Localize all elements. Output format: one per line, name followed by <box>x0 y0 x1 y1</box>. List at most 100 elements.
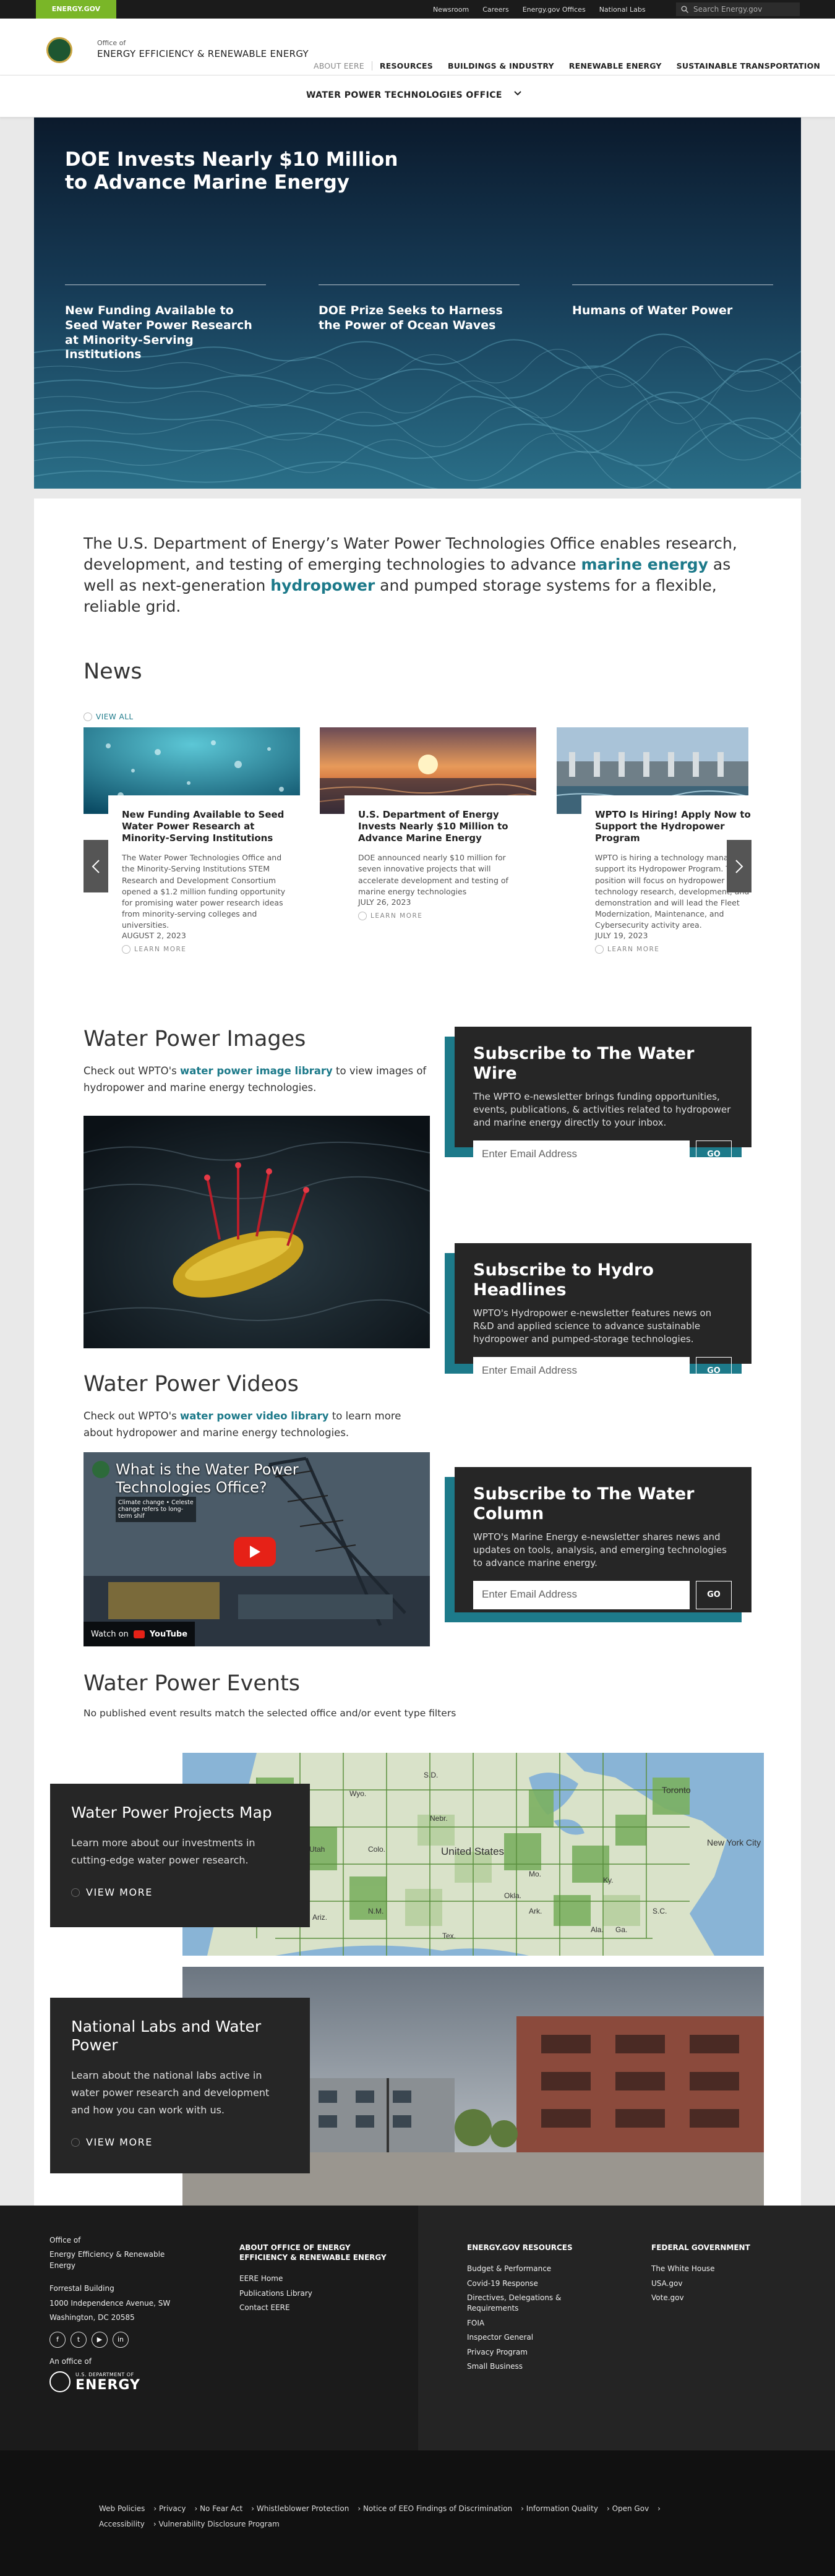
news-card-text: DOE announced nearly $10 million for sev… <box>358 853 508 896</box>
doe-logo[interactable]: U.S. DEPARTMENT OF ENERGY <box>49 2371 192 2392</box>
map-label-colo: Colo. <box>368 1845 385 1854</box>
chevron-left-icon <box>92 859 100 874</box>
play-icon <box>250 1546 260 1558</box>
footer-address-line: Forrestal Building <box>49 2284 114 2293</box>
video-title[interactable]: What is the Water Power Technologies Off… <box>116 1461 301 1497</box>
hero-title[interactable]: DOE Invests Nearly $10 Million to Advanc… <box>65 148 411 194</box>
map-label-sd: S.D. <box>424 1771 438 1779</box>
footer-link[interactable]: The White House <box>651 2264 775 2274</box>
twitter-icon[interactable]: t <box>71 2332 87 2348</box>
doe-seal-logo[interactable] <box>46 37 72 63</box>
go-button[interactable]: GO <box>696 1356 732 1385</box>
footer-office-name[interactable]: Energy Efficiency & Renewable Energy <box>49 2249 192 2271</box>
bottom-link[interactable]: Accessibility <box>99 2520 145 2528</box>
footer-link[interactable]: Contact EERE <box>239 2303 394 2313</box>
careers-link[interactable]: Careers <box>482 6 509 14</box>
bottom-link[interactable]: Web Policies <box>99 2504 145 2513</box>
nav-resources[interactable]: RESOURCES <box>372 61 440 71</box>
map-card-title[interactable]: Water Power Projects Map <box>71 1804 289 1822</box>
nav-renewable-energy[interactable]: RENEWABLE ENERGY <box>562 61 669 71</box>
energy-gov-link[interactable]: ENERGY.GOV <box>36 0 116 19</box>
footer-office-column: Office of Energy Efficiency & Renewable … <box>49 2235 192 2392</box>
hero-link-humans[interactable]: Humans of Water Power <box>572 285 773 319</box>
footer-link[interactable]: Vote.gov <box>651 2293 775 2303</box>
footer-link[interactable]: FOIA <box>467 2318 584 2329</box>
news-card[interactable]: U.S. Department of Energy Invests Nearly… <box>320 727 536 924</box>
news-card-title[interactable]: U.S. Department of Energy Invests Nearly… <box>358 809 523 844</box>
nav-buildings-industry[interactable]: BUILDINGS & INDUSTRY <box>440 61 562 71</box>
office-of-label: Office of <box>97 39 126 47</box>
subscribe-form: Enter Email Address GO <box>473 1580 733 1609</box>
news-card[interactable]: New Funding Available to Seed Water Powe… <box>84 727 300 958</box>
map-label-tex: Tex. <box>442 1932 456 1940</box>
bottom-link[interactable]: Notice of EEO Findings of Discrimination <box>363 2504 512 2513</box>
map-label-new-york: New York City <box>707 1838 761 1847</box>
linkedin-icon[interactable]: in <box>113 2332 129 2348</box>
hero-link-prize[interactable]: DOE Prize Seeks to Harness the Power of … <box>319 285 520 333</box>
marine-device-image[interactable] <box>84 1116 430 1348</box>
newsroom-link[interactable]: Newsroom <box>433 6 469 14</box>
bottom-link[interactable]: Privacy <box>159 2504 186 2513</box>
labs-card-title[interactable]: National Labs and Water Power <box>71 2018 289 2055</box>
footer-about-column: ABOUT OFFICE OF ENERGY EFFICIENCY & RENE… <box>239 2243 394 2317</box>
go-button[interactable]: GO <box>696 1140 732 1169</box>
view-all-news-link[interactable]: VIEW ALL <box>84 712 134 721</box>
email-field[interactable]: Enter Email Address <box>473 1580 690 1609</box>
footer-an-office-of: An office of <box>49 2357 92 2366</box>
footer-link[interactable]: Publications Library <box>239 2288 394 2299</box>
footer-link[interactable]: Privacy Program <box>467 2347 584 2358</box>
image-library-link[interactable]: water power image library <box>180 1065 333 1077</box>
bottom-link[interactable]: Whistleblower Protection <box>257 2504 349 2513</box>
hydropower-link[interactable]: hydropower <box>270 576 375 594</box>
nav-about-eere[interactable]: ABOUT EERE <box>306 61 372 71</box>
offices-link[interactable]: Energy.gov Offices <box>523 6 586 14</box>
news-card-title[interactable]: New Funding Available to Seed Water Powe… <box>122 809 286 844</box>
bottom-link[interactable]: Open Gov <box>612 2504 649 2513</box>
view-more-map-link[interactable]: VIEW MORE <box>71 1886 289 1898</box>
learn-more-label: LEARN MORE <box>134 946 187 954</box>
video-player[interactable]: What is the Water Power Technologies Off… <box>84 1452 430 1646</box>
email-field[interactable]: Enter Email Address <box>473 1356 690 1385</box>
main-content: The U.S. Department of Energy’s Water Po… <box>34 499 801 2206</box>
learn-more-link[interactable]: LEARN MORE <box>122 945 286 954</box>
footer-link[interactable]: Directives, Delegations & Requirements <box>467 2293 584 2314</box>
video-library-link[interactable]: water power video library <box>180 1410 329 1422</box>
bottom-link[interactable]: Information Quality <box>526 2504 598 2513</box>
watch-on-youtube-button[interactable]: Watch on YouTube <box>84 1622 195 1646</box>
footer-link[interactable]: EERE Home <box>239 2274 394 2284</box>
go-button[interactable]: GO <box>696 1580 732 1609</box>
office-name-link[interactable]: ENERGY EFFICIENCY & RENEWABLE ENERGY <box>97 48 309 59</box>
learn-more-link[interactable]: LEARN MORE <box>595 945 760 954</box>
view-all-label: VIEW ALL <box>96 712 134 721</box>
carousel-prev-button[interactable] <box>84 840 108 892</box>
footer-link[interactable]: Covid-19 Response <box>467 2279 584 2289</box>
footer-link[interactable]: Inspector General <box>467 2332 584 2343</box>
videos-heading: Water Power Videos <box>84 1372 299 1397</box>
national-labs-link[interactable]: National Labs <box>599 6 646 14</box>
carousel-next-button[interactable] <box>727 840 751 892</box>
search-placeholder: Search Energy.gov <box>693 5 763 14</box>
news-card-date: JULY 26, 2023 <box>358 897 411 907</box>
view-more-labs-link[interactable]: VIEW MORE <box>71 2136 289 2148</box>
youtube-icon[interactable]: ▶ <box>92 2332 108 2348</box>
chevron-down-icon[interactable] <box>513 89 522 98</box>
marine-energy-link[interactable]: marine energy <box>581 555 708 573</box>
facebook-icon[interactable]: f <box>49 2332 66 2348</box>
search-input[interactable]: Search Energy.gov <box>676 2 800 16</box>
office-selector[interactable]: WATER POWER TECHNOLOGIES OFFICE <box>0 75 835 118</box>
hero-link-funding[interactable]: New Funding Available to Seed Water Powe… <box>65 285 266 362</box>
play-button[interactable] <box>234 1537 276 1567</box>
bottom-link[interactable]: No Fear Act <box>200 2504 242 2513</box>
bottom-link[interactable]: Vulnerability Disclosure Program <box>158 2520 279 2528</box>
footer-link[interactable]: Small Business <box>467 2361 584 2372</box>
subscribe-title: Subscribe to Hydro Headlines <box>473 1260 654 1300</box>
channel-avatar[interactable] <box>92 1461 109 1478</box>
footer-link[interactable]: USA.gov <box>651 2279 775 2289</box>
map-label-ark: Ark. <box>529 1907 542 1915</box>
news-card-title[interactable]: WPTO Is Hiring! Apply Now to Support the… <box>595 809 760 844</box>
learn-more-link[interactable]: LEARN MORE <box>358 911 523 920</box>
email-field[interactable]: Enter Email Address <box>473 1140 690 1169</box>
nav-sustainable-transportation[interactable]: SUSTAINABLE TRANSPORTATION <box>669 61 828 71</box>
footer-link[interactable]: Budget & Performance <box>467 2264 584 2274</box>
circle-icon <box>71 1888 80 1897</box>
